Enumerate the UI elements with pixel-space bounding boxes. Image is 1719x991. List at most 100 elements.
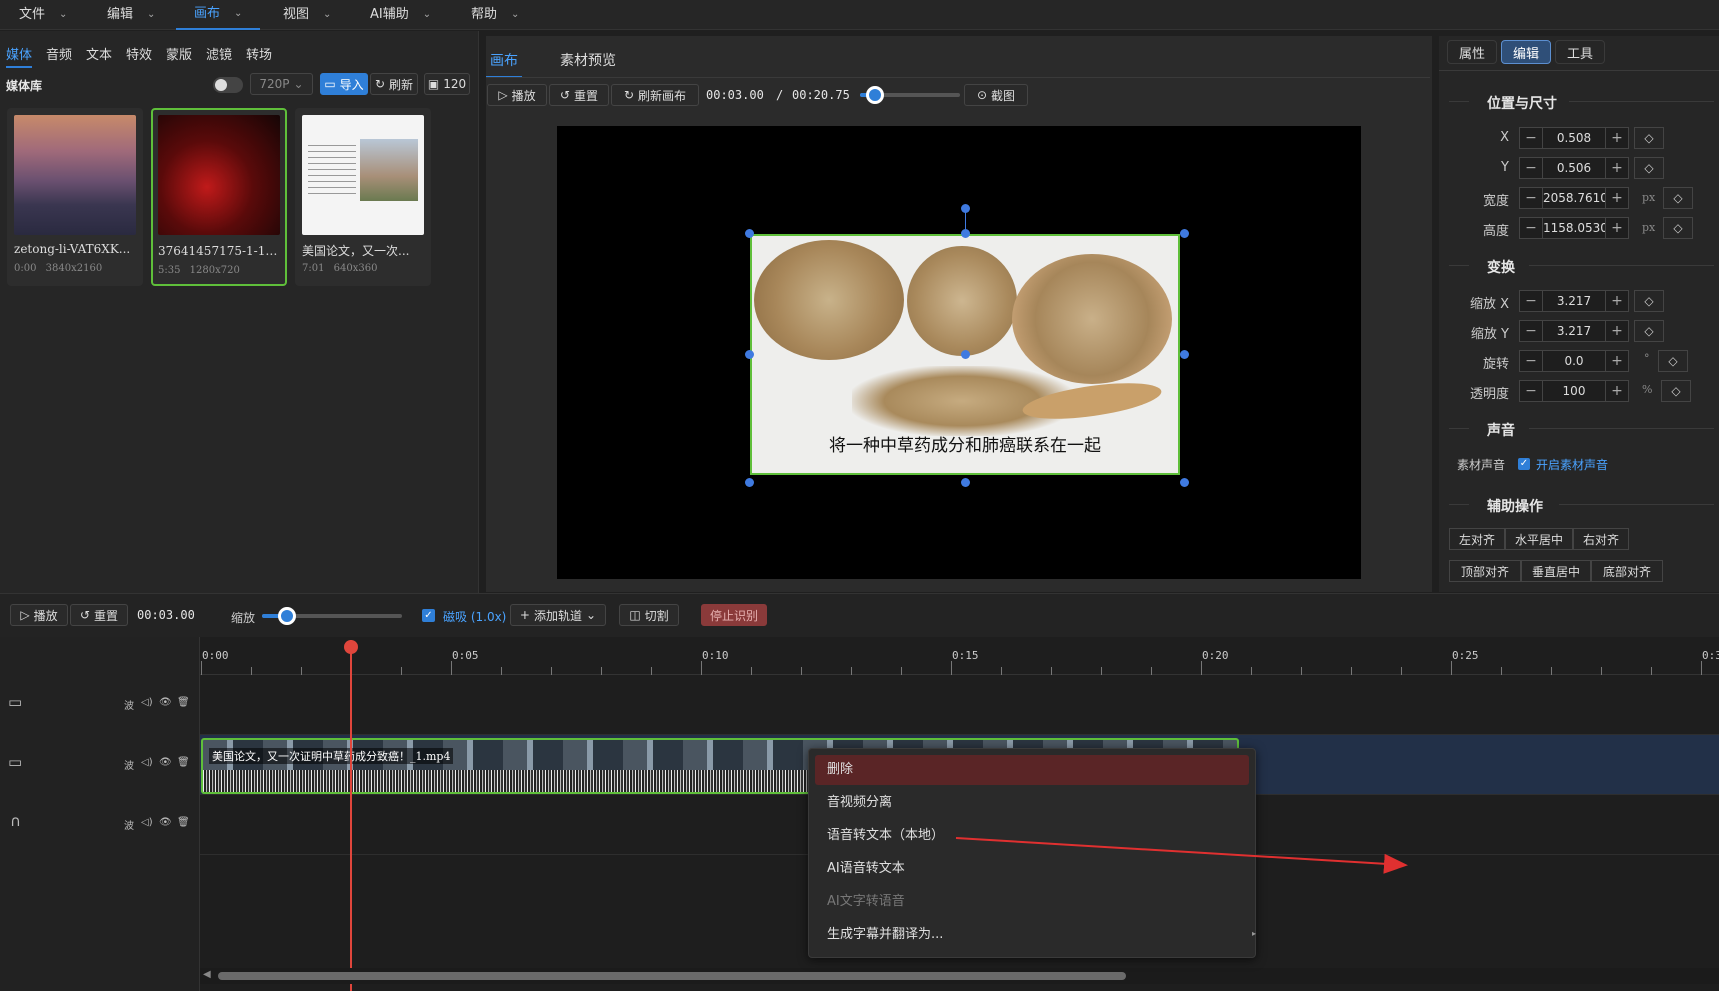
height-stepper[interactable]: −1158.05300+ [1519,217,1629,239]
resize-handle-bl[interactable] [745,478,754,487]
audio-checkbox[interactable]: ✓ [1518,458,1530,470]
rotation-stepper[interactable]: −0.0 + [1519,350,1629,372]
minus-icon[interactable]: − [1520,128,1542,148]
y-stepper[interactable]: −0.506 + [1519,157,1629,179]
keyframe-icon[interactable]: ◇ [1661,380,1691,402]
preview-reset-button[interactable]: ↺ 重置 [549,84,609,106]
align-top-button[interactable]: 顶部对齐 [1449,560,1521,582]
waveform-toggle[interactable]: 波 [124,697,134,712]
playhead[interactable] [344,640,358,991]
ctx-generate-subtitles-translate[interactable]: 生成字幕并翻译为... [815,920,1249,950]
screenshot-button[interactable]: ⊙ 截图 [964,84,1028,106]
scale-y-stepper[interactable]: −3.217 + [1519,320,1629,342]
scale-x-value[interactable]: 3.217 [1542,291,1606,311]
height-value[interactable]: 1158.05300 [1542,218,1606,238]
opacity-value[interactable]: 100 [1542,381,1606,401]
plus-icon[interactable]: + [1606,188,1628,208]
x-stepper[interactable]: −0.508 + [1519,127,1629,149]
media-card[interactable]: 美国论文，又一次... 7:01 640x360 [295,108,431,286]
minus-icon[interactable]: − [1520,321,1542,341]
eye-icon[interactable]: 👁 [159,817,172,828]
resolution-select[interactable]: 720P ⌄ [250,73,313,95]
volume-icon[interactable]: ◁) [141,697,153,708]
minus-icon[interactable]: − [1520,291,1542,311]
align-right-button[interactable]: 右对齐 [1573,528,1629,550]
add-track-button[interactable]: + 添加轨道 ⌄ [510,604,606,626]
eye-icon[interactable]: 👁 [159,697,172,708]
plus-icon[interactable]: + [1606,158,1628,178]
resize-handle-tr[interactable] [1180,229,1189,238]
menu-ai[interactable]: AI辅助 ⌄ [370,0,431,30]
zoom-track[interactable] [262,607,402,625]
resize-handle-r[interactable] [1180,350,1189,359]
minus-icon[interactable]: − [1520,218,1542,238]
thumb-size-button[interactable]: ▣ 120 [424,73,470,95]
enable-audio-label[interactable]: 开启素材声音 [1536,456,1608,473]
scale-y-value[interactable]: 3.217 [1542,321,1606,341]
timeline-play-button[interactable]: ▷ 播放 [10,604,68,626]
rotation-value[interactable]: 0.0 [1542,351,1606,371]
keyframe-icon[interactable]: ◇ [1663,217,1693,239]
menu-help[interactable]: 帮助 ⌄ [471,0,519,30]
cut-button[interactable]: ◫ 切割 [619,604,679,626]
minus-icon[interactable]: − [1520,381,1542,401]
plus-icon[interactable]: + [1606,381,1628,401]
y-value[interactable]: 0.506 [1542,158,1606,178]
tab-transition[interactable]: 转场 [246,44,272,63]
ctx-av-separate[interactable]: 音视频分离 [815,788,1249,818]
volume-icon[interactable]: ◁) [141,817,153,828]
tab-effects[interactable]: 特效 [126,44,152,63]
resize-handle-b[interactable] [961,478,970,487]
keyframe-icon[interactable]: ◇ [1634,157,1664,179]
resize-handle-l[interactable] [745,350,754,359]
plus-icon[interactable]: + [1606,128,1628,148]
snap-checkbox[interactable]: ✓ [422,609,435,622]
width-stepper[interactable]: −2058.76100+ [1519,187,1629,209]
tab-source-preview[interactable]: 素材预览 [560,50,616,70]
keyframe-icon[interactable]: ◇ [1634,290,1664,312]
timeline-scrollbar[interactable]: ◀ [200,968,1719,984]
tab-filter[interactable]: 滤镜 [206,44,232,63]
resize-handle-br[interactable] [1180,478,1189,487]
resize-handle-t[interactable] [961,229,970,238]
media-card[interactable]: zetong-li-VAT6XK... 0:00 3840x2160 [7,108,143,286]
tab-audio[interactable]: 音频 [46,44,72,63]
library-toggle[interactable] [213,77,243,93]
scroll-left-icon[interactable]: ◀ [203,969,211,980]
waveform-toggle[interactable]: 波 [124,817,134,832]
eye-icon[interactable]: 👁 [159,757,172,768]
menu-view[interactable]: 视图 ⌄ [283,0,331,30]
preview-progress-track[interactable] [860,86,960,104]
opacity-stepper[interactable]: −100 + [1519,380,1629,402]
minus-icon[interactable]: − [1520,158,1542,178]
plus-icon[interactable]: + [1606,321,1628,341]
menu-canvas[interactable]: 画布 ⌄ [176,0,261,30]
preview-play-button[interactable]: ▷ 播放 [487,84,547,106]
keyframe-icon[interactable]: ◇ [1658,350,1688,372]
scrollbar-thumb[interactable] [218,972,1126,980]
stop-recognition-button[interactable]: 停止识别 [701,604,767,626]
snap-label[interactable]: 磁吸 (1.0x) [443,608,506,625]
media-card-selected[interactable]: 37641457175-1-192... 5:35 1280x720 [151,108,287,286]
preview-progress-knob[interactable] [866,86,884,104]
trash-icon[interactable]: 🗑 [177,817,190,828]
align-hcenter-button[interactable]: 水平居中 [1505,528,1573,550]
keyframe-icon[interactable]: ◇ [1634,320,1664,342]
minus-icon[interactable]: − [1520,351,1542,371]
timeline-reset-button[interactable]: ↺ 重置 [70,604,128,626]
keyframe-icon[interactable]: ◇ [1663,187,1693,209]
align-vcenter-button[interactable]: 垂直居中 [1521,560,1591,582]
refresh-canvas-button[interactable]: ↻ 刷新画布 [611,84,699,106]
zoom-knob[interactable] [278,607,297,625]
tab-text[interactable]: 文本 [86,44,112,63]
x-value[interactable]: 0.508 [1542,128,1606,148]
tab-tools[interactable]: 工具 [1555,40,1605,64]
keyframe-icon[interactable]: ◇ [1634,127,1664,149]
menu-edit[interactable]: 编辑 ⌄ [107,0,155,30]
tab-canvas[interactable]: 画布 [490,50,518,70]
plus-icon[interactable]: + [1606,291,1628,311]
align-left-button[interactable]: 左对齐 [1449,528,1505,550]
refresh-button[interactable]: ↻ 刷新 [370,73,418,95]
trash-icon[interactable]: 🗑 [177,697,190,708]
anchor-point[interactable] [961,350,970,359]
